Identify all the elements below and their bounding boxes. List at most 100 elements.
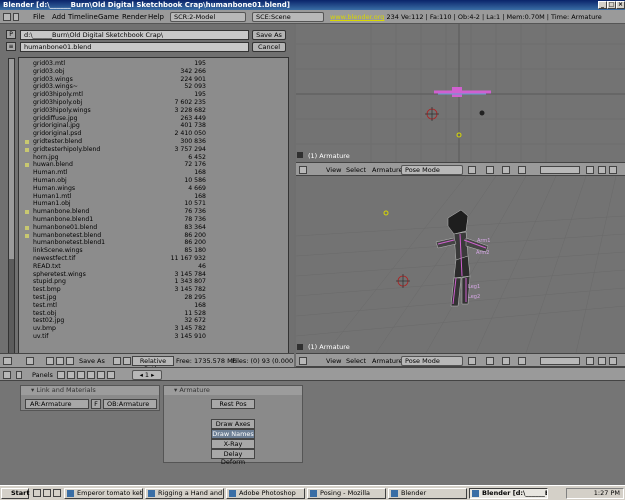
scene-context-icon[interactable] (107, 371, 115, 379)
shading-icon[interactable] (468, 166, 476, 174)
file-row[interactable]: newestfect.tif 11 167 932 (19, 255, 288, 263)
menu-armature[interactable]: Armature (372, 165, 403, 175)
maximize-button[interactable]: □ (607, 1, 616, 9)
layers-grid[interactable] (540, 357, 580, 365)
scene-selector[interactable]: SCE:Scene (252, 12, 324, 22)
sort-icon[interactable] (26, 357, 34, 365)
viewport-bottom[interactable]: Arm1 Arm2 Leg1 Leg2 (1) Armature (296, 176, 625, 353)
taskbar-item[interactable]: Rigging a Hand and a Foo... (145, 488, 224, 499)
file-row[interactable]: humanbonetest.blend 86 200 (19, 232, 288, 240)
screen-selector[interactable]: SCR:2-Model (170, 12, 246, 22)
file-row[interactable]: grid03.mtl 195 (19, 60, 288, 68)
file-list-scrollbar[interactable] (8, 58, 15, 358)
lock-icon[interactable] (586, 357, 594, 365)
quicklaunch-desktop-icon[interactable] (33, 489, 41, 497)
quicklaunch-explorer-icon[interactable] (53, 489, 61, 497)
file-row[interactable]: griddiffuse.jpg 263 449 (19, 115, 288, 123)
panels-label[interactable]: Panels (32, 370, 53, 380)
fake-user-button[interactable]: F (91, 399, 101, 409)
menu-add[interactable]: Add (52, 12, 66, 22)
window-type-icon[interactable] (299, 166, 307, 174)
file-row[interactable]: READ.txt 46 (19, 263, 288, 271)
file-row[interactable]: huwan.blend 72 176 (19, 161, 288, 169)
shading-context-icon[interactable] (77, 371, 85, 379)
manipulator-icon[interactable] (502, 166, 510, 174)
sort-time-icon[interactable] (56, 357, 64, 365)
directory-field[interactable]: d:\______Burn\Old Digital Sketchbook Cra… (20, 30, 249, 40)
render-icon[interactable] (598, 357, 606, 365)
file-row[interactable]: Human1.obj 10 571 (19, 200, 288, 208)
relative-paths-toggle-icon[interactable] (123, 357, 131, 365)
window-type-icon[interactable] (3, 357, 12, 365)
taskbar-item[interactable]: Adobe Photoshop (226, 488, 305, 499)
file-row[interactable]: Human.wings 4 669 (19, 185, 288, 193)
x-ray-button[interactable]: X-Ray (211, 439, 255, 449)
editing-context-icon[interactable] (97, 371, 105, 379)
menu-timeline[interactable]: Timeline (68, 12, 98, 22)
relative-paths-button[interactable]: Relative Paths (132, 356, 174, 373)
object-name-field[interactable]: OB:Armature (103, 399, 157, 409)
cancel-button[interactable]: Cancel (252, 42, 286, 52)
layers-grid[interactable] (540, 166, 580, 174)
rest-pos-button[interactable]: Rest Pos (211, 399, 255, 409)
frame-number-field[interactable]: ◂ 1 ▸ (132, 370, 162, 380)
file-row[interactable]: test.jpg 28 295 (19, 294, 288, 302)
file-row[interactable]: humanbonetest.blend1 86 200 (19, 239, 288, 247)
file-row[interactable]: Human.obj 10 586 (19, 177, 288, 185)
script-context-icon[interactable] (67, 371, 75, 379)
menu-select[interactable]: Select (346, 165, 366, 175)
quicklaunch-browser-icon[interactable] (43, 489, 51, 497)
file-row[interactable]: humanbone01.blend 83 364 (19, 224, 288, 232)
file-row[interactable]: grid03.wings~ 52 093 (19, 83, 288, 91)
collapse-menu-icon[interactable] (16, 371, 22, 379)
pivot-icon[interactable] (486, 357, 494, 365)
menu-view[interactable]: View (326, 165, 341, 175)
sort-size-icon[interactable] (66, 357, 74, 365)
layer-buttons-icon[interactable] (518, 166, 526, 174)
filename-field[interactable]: humanbone01.blend (20, 42, 249, 52)
window-type-icon[interactable] (3, 371, 11, 379)
menu-file[interactable]: File (33, 12, 45, 22)
file-row[interactable]: test.bmp 3 145 782 (19, 286, 288, 294)
file-row[interactable]: linkScene.wings 85 180 (19, 247, 288, 255)
lock-icon[interactable] (586, 166, 594, 174)
menu-render[interactable]: Render (122, 12, 147, 22)
file-row[interactable]: humanbone.blend1 78 736 (19, 216, 288, 224)
collapse-menu-icon[interactable] (13, 13, 19, 21)
file-row[interactable]: stupid.png 1 343 807 (19, 278, 288, 286)
shading-icon[interactable] (468, 357, 476, 365)
file-row[interactable]: gridtester.blend 300 836 (19, 138, 288, 146)
start-button[interactable]: Start (1, 488, 30, 499)
manipulator-icon[interactable] (502, 357, 510, 365)
file-row[interactable]: test.obj 11 528 (19, 310, 288, 318)
save-as-button[interactable]: Save As (252, 30, 286, 40)
window-title-bar[interactable]: Blender [d:\______Burn\Old Digital Sketc… (0, 0, 625, 10)
window-type-icon[interactable] (299, 357, 307, 365)
file-row[interactable]: grid03.wings 224 901 (19, 76, 288, 84)
taskbar-item[interactable]: Emperor tomato ketchup (64, 488, 143, 499)
object-context-icon[interactable] (87, 371, 95, 379)
draw-names-button[interactable]: Draw Names (211, 429, 255, 439)
link-materials-title[interactable]: ▾ Link and Materials (21, 386, 159, 395)
menu-game[interactable]: Game (98, 12, 119, 22)
file-row[interactable]: gridoriginal.psd 2 410 050 (19, 130, 288, 138)
file-row[interactable]: uv.bmp 3 145 782 (19, 325, 288, 333)
armature-datablock-field[interactable]: AR:Armature (25, 399, 89, 409)
taskbar-item[interactable]: Posing - Mozilla (307, 488, 386, 499)
menu-armature[interactable]: Armature (372, 356, 403, 366)
blender-url[interactable]: www.blender.org (330, 13, 384, 21)
file-row[interactable]: gridoriginal.jpg 401 738 (19, 122, 288, 130)
render-icon[interactable] (598, 166, 606, 174)
taskbar-item[interactable]: Blender (388, 488, 467, 499)
file-row[interactable]: uv.tif 3 145 910 (19, 333, 288, 341)
file-row[interactable]: humanbone.blend 76 736 (19, 208, 288, 216)
menu-help[interactable]: Help (148, 12, 164, 22)
file-row[interactable]: test.mtl 168 (19, 302, 288, 310)
mode-selector[interactable]: Pose Mode (401, 165, 463, 175)
zoom-icon[interactable] (609, 166, 617, 174)
mode-selector[interactable]: Pose Mode (401, 356, 463, 366)
viewport-top[interactable]: (1) Armature (296, 24, 625, 162)
file-row[interactable]: grid03hipoly.wings 3 228 682 (19, 107, 288, 115)
zoom-icon[interactable] (609, 357, 617, 365)
menu-select[interactable]: Select (346, 356, 366, 366)
